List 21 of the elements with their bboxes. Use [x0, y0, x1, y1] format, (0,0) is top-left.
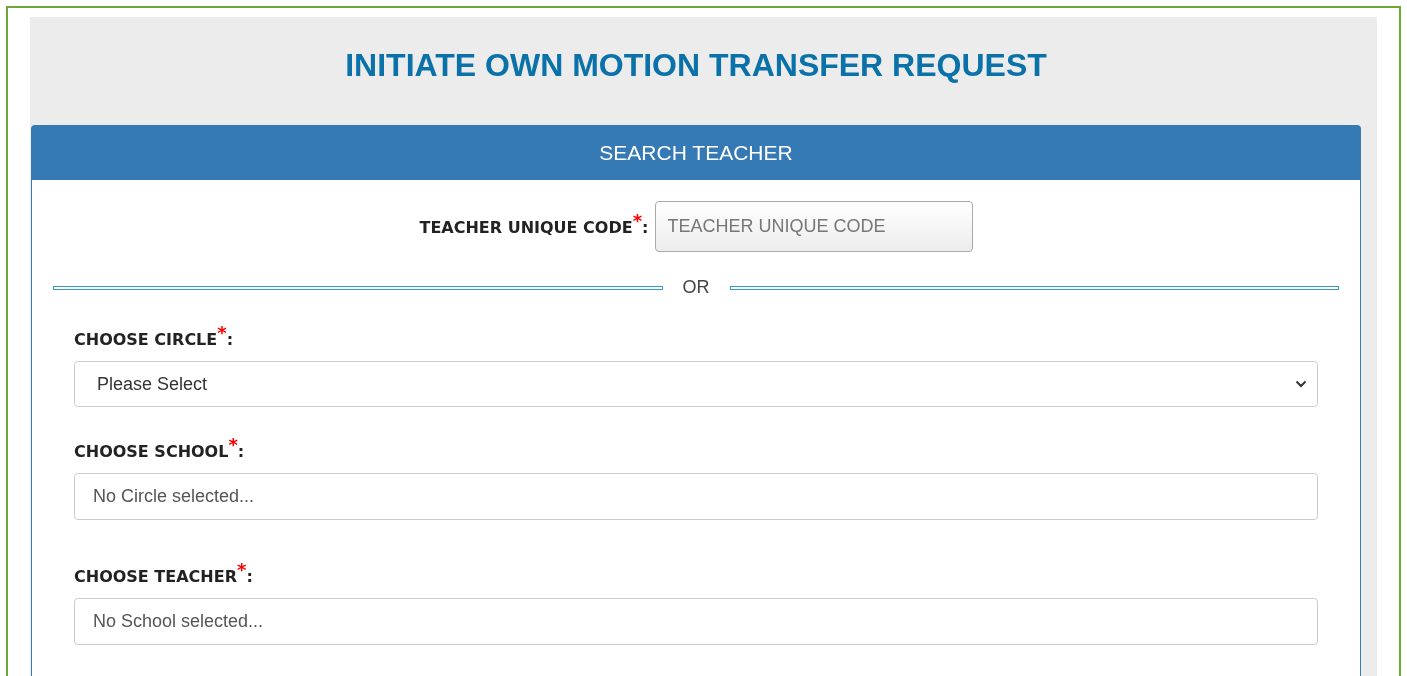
label-colon: : [237, 442, 245, 463]
label-colon: : [226, 329, 234, 351]
page-title: INITIATE OWN MOTION TRANSFER REQUEST [345, 46, 1047, 85]
required-mark: * [236, 558, 247, 580]
panel-heading: SEARCH TEACHER [599, 140, 793, 167]
required-mark: * [217, 321, 227, 345]
label-colon: : [642, 217, 649, 239]
field-label: CHOOSE SCHOOL [74, 441, 229, 463]
or-divider-text: OR [682, 276, 710, 299]
label-colon: : [246, 566, 253, 588]
field-label: CHOOSE TEACHER [74, 567, 237, 588]
required-mark: * [632, 209, 643, 231]
field-label: CHOOSE CIRCLE [74, 330, 218, 351]
select-value: Please Select [97, 372, 208, 396]
field-label: TEACHER UNIQUE CODE [419, 218, 633, 239]
code-input-field[interactable]: TEACHER UNIQUE CODE [654, 201, 973, 252]
chevron-down-icon [1295, 380, 1307, 388]
select-field[interactable]: Please Select [74, 361, 1318, 407]
input-field[interactable]: No School selected... [74, 598, 1318, 645]
required-mark: * [228, 433, 238, 457]
input-field[interactable]: No Circle selected... [74, 473, 1318, 520]
